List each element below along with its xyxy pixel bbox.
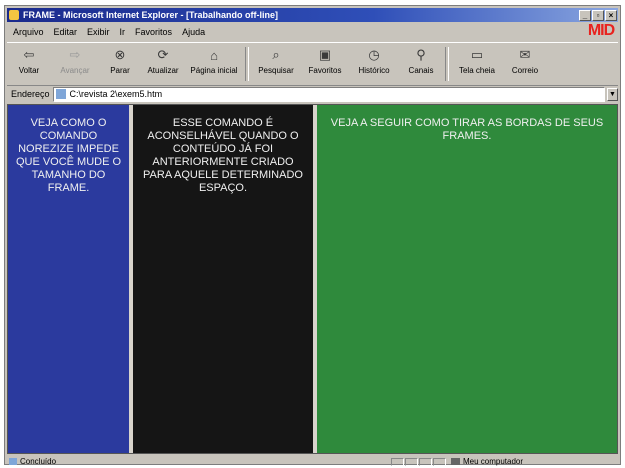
toolbar: ⇦ Voltar ⇨ Avançar ⊗ Parar ⟳ Atualizar ⌂…	[7, 42, 618, 86]
search-button[interactable]: ⌕ Pesquisar	[251, 43, 301, 75]
back-label: Voltar	[18, 66, 40, 75]
status-cells	[391, 457, 447, 466]
maximize-button[interactable]: ▫	[592, 9, 604, 21]
home-button[interactable]: ⌂ Página inicial	[185, 43, 243, 76]
address-value: C:\revista 2\exem5.htm	[69, 89, 163, 99]
status-cell	[419, 457, 432, 466]
title-bar[interactable]: FRAME - Microsoft Internet Explorer - [T…	[7, 8, 618, 22]
close-button[interactable]: ×	[605, 9, 617, 21]
status-text: Concluído	[20, 457, 57, 466]
frameset: VEJA COMO O COMANDO NOREZIZE IMPEDE QUE …	[7, 104, 618, 454]
frame-right: VEJA A SEGUIR COMO TIRAR AS BORDAS DE SE…	[317, 105, 617, 453]
page-icon	[9, 458, 17, 465]
frame-right-text: VEJA A SEGUIR COMO TIRAR AS BORDAS DE SE…	[330, 117, 604, 142]
mail-button[interactable]: ✉ Correio	[503, 43, 547, 75]
mail-label: Correio	[511, 66, 539, 75]
stop-label: Parar	[110, 66, 130, 75]
toolbar-separator	[445, 47, 449, 81]
frame-middle: ESSE COMANDO É ACONSELHÁVEL QUANDO O CON…	[133, 105, 317, 453]
menu-bar: Arquivo Editar Exibir Ir Favoritos Ajuda…	[7, 22, 618, 40]
status-cell	[405, 457, 418, 466]
refresh-icon: ⟳	[157, 47, 169, 62]
menu-editar[interactable]: Editar	[54, 27, 78, 37]
address-dropdown-button[interactable]: ▼	[607, 87, 618, 101]
forward-button[interactable]: ⇨ Avançar	[51, 43, 99, 75]
history-button[interactable]: ◷ Histórico	[349, 43, 399, 75]
browser-window: FRAME - Microsoft Internet Explorer - [T…	[4, 5, 621, 466]
channels-button[interactable]: ⚲ Canais	[399, 43, 443, 75]
history-icon: ◷	[368, 47, 380, 62]
forward-arrow-icon: ⇨	[69, 47, 81, 62]
address-label: Endereço	[11, 89, 50, 99]
home-label: Página inicial	[190, 66, 238, 75]
computer-icon	[451, 458, 460, 465]
frame-middle-text: ESSE COMANDO É ACONSELHÁVEL QUANDO O CON…	[143, 117, 303, 194]
minimize-button[interactable]: _	[579, 9, 591, 21]
fullscreen-button[interactable]: ▭ Tela cheia	[451, 43, 503, 75]
address-field[interactable]: C:\revista 2\exem5.htm	[52, 86, 605, 102]
menu-exibir[interactable]: Exibir	[87, 27, 110, 37]
menu-ir[interactable]: Ir	[120, 27, 126, 37]
refresh-button[interactable]: ⟳ Atualizar	[141, 43, 185, 75]
menu-arquivo[interactable]: Arquivo	[13, 27, 44, 37]
favorites-label: Favoritos	[308, 66, 342, 75]
back-button[interactable]: ⇦ Voltar	[7, 43, 51, 75]
frame-left-text: VEJA COMO O COMANDO NOREZIZE IMPEDE QUE …	[15, 117, 122, 194]
history-label: Histórico	[358, 66, 390, 75]
status-main: Concluído	[7, 457, 391, 466]
back-arrow-icon: ⇦	[23, 47, 35, 62]
search-icon: ⌕	[272, 47, 280, 62]
fullscreen-label: Tela cheia	[458, 66, 496, 75]
channels-label: Canais	[408, 66, 434, 75]
mail-icon: ✉	[519, 47, 531, 62]
page-icon	[55, 89, 66, 99]
favorites-icon: ▣	[318, 47, 332, 62]
home-icon: ⌂	[210, 47, 218, 63]
stop-button[interactable]: ⊗ Parar	[99, 43, 141, 75]
frame-left: VEJA COMO O COMANDO NOREZIZE IMPEDE QUE …	[8, 105, 133, 453]
status-zone-label: Meu computador	[463, 457, 524, 466]
address-bar: Endereço C:\revista 2\exem5.htm ▼	[7, 86, 618, 102]
fullscreen-icon: ▭	[470, 47, 484, 62]
status-zone: Meu computador	[451, 457, 523, 466]
search-label: Pesquisar	[258, 66, 294, 75]
channels-icon: ⚲	[416, 47, 426, 62]
status-cell	[391, 457, 404, 466]
toolbar-separator	[245, 47, 249, 81]
forward-label: Avançar	[60, 66, 90, 75]
brand-logo: MID	[587, 22, 615, 39]
refresh-label: Atualizar	[147, 66, 179, 75]
window-title: FRAME - Microsoft Internet Explorer - [T…	[23, 10, 279, 20]
menu-favoritos[interactable]: Favoritos	[135, 27, 172, 37]
status-cell	[433, 457, 446, 466]
stop-icon: ⊗	[114, 47, 126, 62]
favorites-button[interactable]: ▣ Favoritos	[301, 43, 349, 75]
ie-icon	[9, 10, 19, 20]
menu-ajuda[interactable]: Ajuda	[182, 27, 205, 37]
status-bar: Concluído Meu computador	[7, 457, 618, 466]
